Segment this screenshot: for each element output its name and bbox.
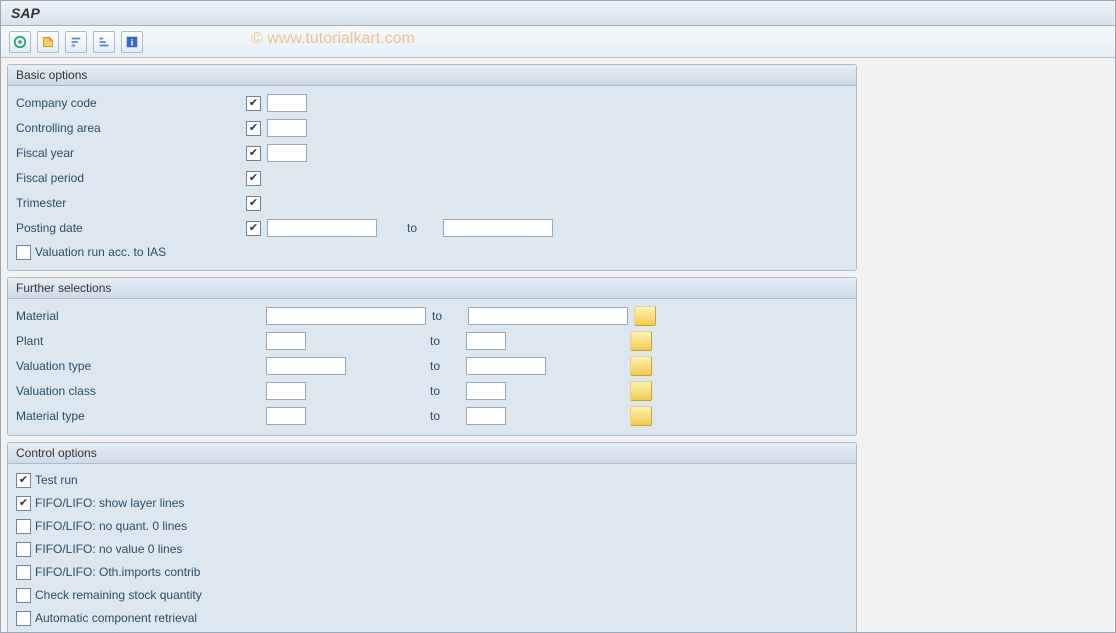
row-no-value: FIFO/LIFO: no value 0 lines (16, 539, 848, 559)
label-test-run: Test run (35, 473, 78, 487)
multi-select-material[interactable] (634, 306, 656, 326)
checkbox-auto-comp[interactable] (16, 611, 31, 626)
input-material-from[interactable] (266, 307, 426, 325)
input-valuation-type-from[interactable] (266, 357, 346, 375)
label-posting-date: Posting date (16, 221, 246, 235)
basic-options-panel: Basic options Company code Controlling a… (7, 64, 857, 271)
input-posting-date-to[interactable] (443, 219, 553, 237)
label-material-type: Material type (16, 409, 266, 423)
sort-ascending-button[interactable] (65, 31, 87, 53)
row-oth-imports: FIFO/LIFO: Oth.imports contrib (16, 562, 848, 582)
input-controlling-area[interactable] (267, 119, 307, 137)
checkbox-no-value[interactable] (16, 542, 31, 557)
label-auto-comp: Automatic component retrieval (35, 611, 197, 625)
checkbox-company-code[interactable] (246, 96, 261, 111)
label-material: Material (16, 309, 266, 323)
control-options-title: Control options (8, 443, 856, 464)
checkbox-fiscal-year[interactable] (246, 146, 261, 161)
checkbox-test-run[interactable] (16, 473, 31, 488)
label-valuation-ias: Valuation run acc. to IAS (35, 245, 166, 259)
further-selections-panel: Further selections Material to Plant to (7, 277, 857, 436)
label-valuation-type-to: to (430, 359, 460, 373)
label-show-layer: FIFO/LIFO: show layer lines (35, 496, 184, 510)
app-toolbar: i © www.tutorialkart.com (1, 26, 1115, 58)
label-trimester: Trimester (16, 196, 246, 210)
row-fiscal-year: Fiscal year (16, 142, 848, 164)
label-controlling-area: Controlling area (16, 121, 246, 135)
control-options-panel: Control options Test run FIFO/LIFO: show… (7, 442, 857, 632)
row-valuation-type: Valuation type to (16, 355, 848, 377)
input-valuation-class-to[interactable] (466, 382, 506, 400)
row-show-layer: FIFO/LIFO: show layer lines (16, 493, 848, 513)
row-plant: Plant to (16, 330, 848, 352)
input-valuation-type-to[interactable] (466, 357, 546, 375)
row-valuation-class: Valuation class to (16, 380, 848, 402)
svg-text:i: i (131, 37, 134, 48)
row-test-run: Test run (16, 470, 848, 490)
checkbox-trimester[interactable] (246, 196, 261, 211)
multi-select-valuation-class[interactable] (630, 381, 652, 401)
watermark-text: © www.tutorialkart.com (251, 30, 415, 48)
row-valuation-ias: Valuation run acc. to IAS (16, 242, 848, 262)
input-material-type-to[interactable] (466, 407, 506, 425)
content-area: Basic options Company code Controlling a… (1, 58, 1115, 632)
row-get-co: Get CO items from ML (16, 631, 848, 632)
title-bar: SAP (1, 1, 1115, 26)
label-fiscal-period: Fiscal period (16, 171, 246, 185)
label-material-to: to (432, 309, 462, 323)
label-no-quant: FIFO/LIFO: no quant. 0 lines (35, 519, 187, 533)
input-valuation-class-from[interactable] (266, 382, 306, 400)
multi-select-plant[interactable] (630, 331, 652, 351)
label-no-value: FIFO/LIFO: no value 0 lines (35, 542, 182, 556)
label-fiscal-year: Fiscal year (16, 146, 246, 160)
execute-button[interactable] (9, 31, 31, 53)
window-title: SAP (11, 5, 40, 21)
label-plant: Plant (16, 334, 266, 348)
label-material-type-to: to (430, 409, 460, 423)
checkbox-fiscal-period[interactable] (246, 171, 261, 186)
multi-select-material-type[interactable] (630, 406, 652, 426)
input-fiscal-year[interactable] (267, 144, 307, 162)
checkbox-oth-imports[interactable] (16, 565, 31, 580)
label-oth-imports: FIFO/LIFO: Oth.imports contrib (35, 565, 200, 579)
label-valuation-class-to: to (430, 384, 460, 398)
checkbox-check-remain[interactable] (16, 588, 31, 603)
get-variant-button[interactable] (37, 31, 59, 53)
row-material-type: Material type to (16, 405, 848, 427)
sort-descending-button[interactable] (93, 31, 115, 53)
input-posting-date-from[interactable] (267, 219, 377, 237)
info-button[interactable]: i (121, 31, 143, 53)
label-posting-date-to: to (407, 221, 437, 235)
label-plant-to: to (430, 334, 460, 348)
checkbox-posting-date[interactable] (246, 221, 261, 236)
input-material-type-from[interactable] (266, 407, 306, 425)
row-auto-comp: Automatic component retrieval (16, 608, 848, 628)
basic-options-title: Basic options (8, 65, 856, 86)
checkbox-no-quant[interactable] (16, 519, 31, 534)
row-trimester: Trimester (16, 192, 848, 214)
checkbox-valuation-ias[interactable] (16, 245, 31, 260)
checkbox-controlling-area[interactable] (246, 121, 261, 136)
checkbox-show-layer[interactable] (16, 496, 31, 511)
label-check-remain: Check remaining stock quantity (35, 588, 202, 602)
input-plant-to[interactable] (466, 332, 506, 350)
row-controlling-area: Controlling area (16, 117, 848, 139)
sap-window: SAP i © www.tutorialkart.com Basic optio… (0, 0, 1116, 633)
row-material: Material to (16, 305, 848, 327)
row-posting-date: Posting date to (16, 217, 848, 239)
label-valuation-type: Valuation type (16, 359, 266, 373)
input-company-code[interactable] (267, 94, 307, 112)
further-selections-title: Further selections (8, 278, 856, 299)
row-fiscal-period: Fiscal period (16, 167, 848, 189)
multi-select-valuation-type[interactable] (630, 356, 652, 376)
row-check-remain: Check remaining stock quantity (16, 585, 848, 605)
row-company-code: Company code (16, 92, 848, 114)
input-material-to[interactable] (468, 307, 628, 325)
label-valuation-class: Valuation class (16, 384, 266, 398)
label-company-code: Company code (16, 96, 246, 110)
row-no-quant: FIFO/LIFO: no quant. 0 lines (16, 516, 848, 536)
input-plant-from[interactable] (266, 332, 306, 350)
